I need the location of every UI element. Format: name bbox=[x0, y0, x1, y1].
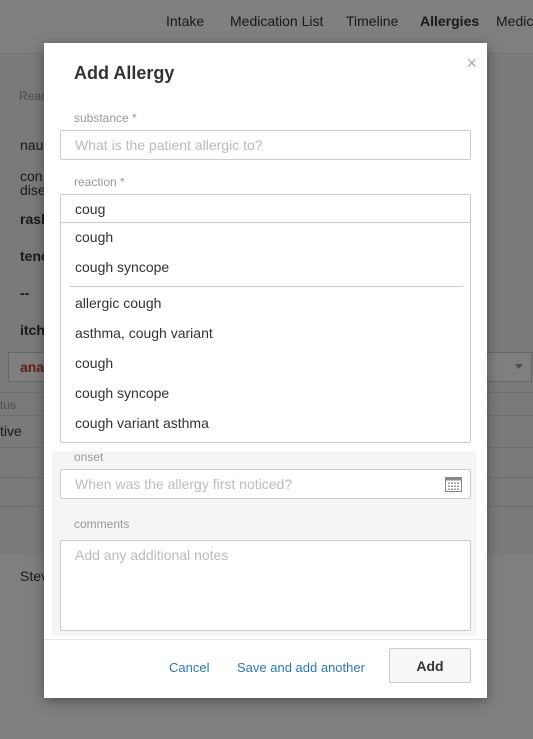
calendar-icon[interactable] bbox=[445, 476, 462, 492]
suggestion-item[interactable]: cough syncope bbox=[75, 259, 169, 275]
comments-textarea[interactable] bbox=[60, 540, 471, 631]
save-and-add-another-button[interactable]: Save and add another bbox=[237, 660, 365, 675]
comments-label: comments bbox=[74, 517, 130, 531]
suggestion-item[interactable]: cough variant asthma bbox=[75, 415, 209, 431]
suggestion-item[interactable]: cough bbox=[75, 229, 113, 245]
substance-label: substance * bbox=[74, 111, 137, 125]
onset-label: onset bbox=[74, 450, 104, 464]
suggestion-divider bbox=[70, 286, 463, 287]
reaction-input[interactable] bbox=[60, 194, 471, 223]
suggestion-item[interactable]: asthma, cough variant bbox=[75, 325, 213, 341]
close-icon[interactable]: × bbox=[466, 54, 477, 72]
modal-title: Add Allergy bbox=[74, 63, 175, 83]
suggestion-item[interactable]: allergic cough bbox=[75, 295, 161, 311]
substance-input[interactable] bbox=[60, 130, 471, 160]
suggestion-item[interactable]: cough bbox=[75, 355, 113, 371]
add-allergy-modal: Add Allergy × substance * reaction * ons… bbox=[44, 43, 487, 698]
add-button[interactable]: Add bbox=[389, 648, 471, 683]
reaction-suggestions-dropdown: cough cough syncope allergic cough asthm… bbox=[60, 222, 471, 443]
modal-footer-divider bbox=[44, 639, 487, 640]
onset-input[interactable] bbox=[60, 469, 471, 499]
cancel-button[interactable]: Cancel bbox=[169, 660, 209, 675]
suggestion-item[interactable]: cough syncope bbox=[75, 385, 169, 401]
reaction-label: reaction * bbox=[74, 175, 125, 189]
